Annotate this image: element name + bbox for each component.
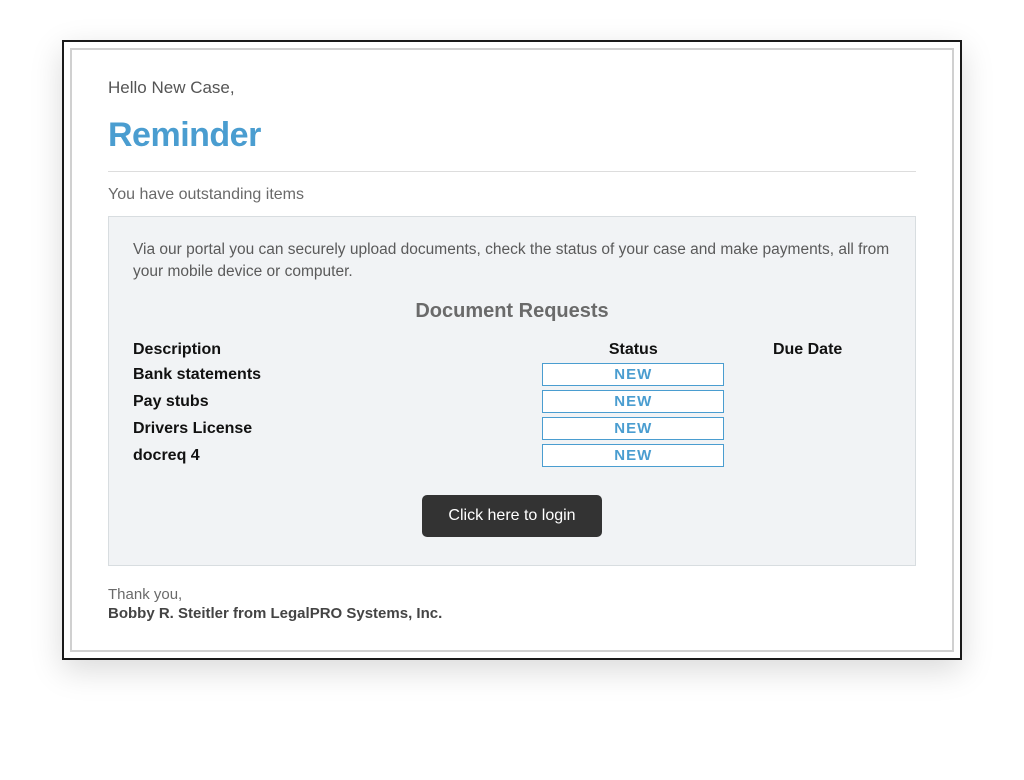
status-badge: NEW (542, 363, 724, 386)
row-due-date (724, 415, 891, 442)
row-status-cell: NEW (542, 415, 724, 442)
document-requests-table: Description Status Due Date Bank stateme… (133, 341, 891, 469)
panel-heading: Document Requests (133, 300, 891, 323)
outstanding-items-text: You have outstanding items (108, 186, 916, 204)
divider (108, 171, 916, 172)
table-header-row: Description Status Due Date (133, 341, 891, 361)
row-description: Pay stubs (133, 388, 542, 415)
col-header-description: Description (133, 341, 542, 361)
row-description: docreq 4 (133, 442, 542, 469)
login-button-wrap: Click here to login (133, 495, 891, 537)
row-status-cell: NEW (542, 442, 724, 469)
status-badge: NEW (542, 417, 724, 440)
row-status-cell: NEW (542, 388, 724, 415)
row-due-date (724, 361, 891, 388)
row-due-date (724, 388, 891, 415)
login-button[interactable]: Click here to login (422, 495, 601, 537)
panel-intro-text: Via our portal you can securely upload d… (133, 239, 891, 282)
greeting-text: Hello New Case, (108, 78, 916, 98)
thankyou-text: Thank you, (108, 586, 916, 603)
email-outer-frame: Hello New Case, Reminder You have outsta… (62, 40, 962, 660)
table-row: Pay stubs NEW (133, 388, 891, 415)
email-inner-frame: Hello New Case, Reminder You have outsta… (70, 48, 954, 652)
status-badge: NEW (542, 444, 724, 467)
status-badge: NEW (542, 390, 724, 413)
table-row: Bank statements NEW (133, 361, 891, 388)
col-header-status: Status (542, 341, 724, 361)
signature-text: Bobby R. Steitler from LegalPRO Systems,… (108, 605, 916, 622)
col-header-due-date: Due Date (724, 341, 891, 361)
row-due-date (724, 442, 891, 469)
document-requests-panel: Via our portal you can securely upload d… (108, 216, 916, 566)
table-row: Drivers License NEW (133, 415, 891, 442)
reminder-title: Reminder (108, 116, 916, 155)
row-description: Drivers License (133, 415, 542, 442)
table-row: docreq 4 NEW (133, 442, 891, 469)
row-status-cell: NEW (542, 361, 724, 388)
row-description: Bank statements (133, 361, 542, 388)
